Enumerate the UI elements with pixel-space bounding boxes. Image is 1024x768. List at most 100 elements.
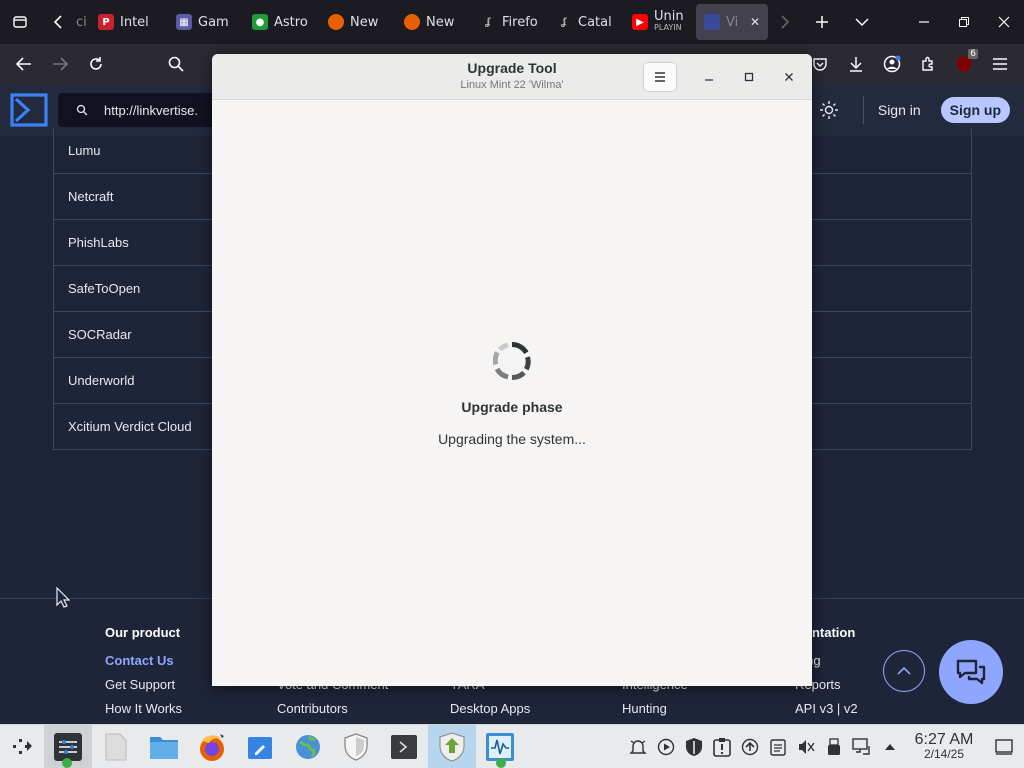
youtube-icon: ▶: [632, 14, 648, 30]
clipboard-icon[interactable]: [764, 725, 792, 768]
vendor-name: Netcraft: [68, 189, 114, 204]
volume-muted-icon[interactable]: [792, 725, 820, 768]
usb-device-icon[interactable]: [820, 725, 848, 768]
chevron-up-icon: [897, 666, 911, 675]
loading-spinner-icon: [493, 342, 531, 380]
tab-youtube[interactable]: ▶ Unin PLAYIN: [624, 0, 696, 44]
update-manager-task[interactable]: [428, 724, 476, 768]
tab-gam[interactable]: ▦ Gam: [168, 0, 244, 44]
clipboard-alert-icon[interactable]: [708, 725, 736, 768]
tab-label: Catal: [578, 14, 612, 30]
footer-col-product: Our product Contact Us Get Support How I…: [105, 621, 182, 721]
tab-astro[interactable]: ● Astro: [244, 0, 320, 44]
back-arrow-icon[interactable]: [6, 44, 42, 84]
network-wired-icon[interactable]: [848, 725, 876, 768]
update-shield-icon: [439, 731, 465, 762]
file-manager-task[interactable]: [140, 725, 188, 768]
tab-firefox[interactable]: ʆ Firefo: [472, 0, 548, 44]
chat-bubbles-icon: [956, 659, 986, 685]
extensions-icon[interactable]: [910, 44, 946, 84]
search-icon[interactable]: [158, 44, 194, 84]
tab-label: Unin: [654, 9, 684, 24]
forward-arrow-icon[interactable]: [42, 44, 78, 84]
tab-catal[interactable]: ʆ Catal: [548, 0, 624, 44]
tray-expand-arrow-icon[interactable]: [876, 725, 904, 768]
system-monitor-task[interactable]: [476, 725, 524, 768]
firefox-icon: [200, 733, 224, 761]
tab-label: Firefo: [502, 14, 538, 30]
dialog-maximize-button[interactable]: [732, 62, 766, 92]
leaf-icon: ʆ: [485, 16, 491, 28]
desktop-apps-link[interactable]: Desktop Apps: [450, 697, 530, 721]
show-desktop-icon[interactable]: [984, 725, 1024, 768]
clock[interactable]: 6:27 AM 2/14/25: [904, 731, 984, 762]
close-tab-icon[interactable]: ✕: [750, 15, 760, 29]
url-search-box[interactable]: http://linkvertise.: [58, 93, 218, 127]
browser-tab-bar: ci P Intel ▦ Gam ● Astro New New ʆ Firef…: [0, 0, 1024, 44]
terminal-task[interactable]: [380, 725, 428, 768]
web-browser-task[interactable]: [284, 725, 332, 768]
tab-label: New: [426, 14, 455, 30]
account-icon[interactable]: [874, 44, 910, 84]
api-link[interactable]: API v3 | v2: [795, 697, 858, 721]
chat-button[interactable]: [939, 640, 1003, 704]
tab-label: Vi: [726, 14, 739, 30]
vendor-name: SOCRadar: [68, 327, 132, 342]
tab-new-2[interactable]: New: [396, 0, 472, 44]
tab-overview-icon[interactable]: [0, 0, 40, 44]
settings-manager-task[interactable]: [44, 724, 92, 768]
upgrade-phase-label: Upgrade phase: [461, 399, 563, 415]
sign-up-button[interactable]: Sign up: [940, 97, 1010, 123]
application-launcher-icon[interactable]: [0, 725, 44, 768]
terminal-icon: [391, 734, 417, 759]
tab-intel[interactable]: P Intel: [90, 0, 168, 44]
dialog-close-button[interactable]: [772, 62, 806, 92]
list-all-tabs-icon[interactable]: [842, 0, 882, 44]
sign-in-link[interactable]: Sign in: [878, 102, 921, 118]
tab-partial[interactable]: ci: [76, 0, 90, 44]
site-logo-icon[interactable]: [0, 84, 58, 136]
notifications-bell-icon[interactable]: [624, 725, 652, 768]
scroll-to-top-button[interactable]: [883, 650, 925, 692]
upgrade-status-text: Upgrading the system...: [438, 431, 586, 447]
get-support-link[interactable]: Get Support: [105, 673, 182, 697]
update-tray-icon[interactable]: [736, 725, 764, 768]
reload-icon[interactable]: [78, 44, 114, 84]
tab-active[interactable]: Vi ✕: [696, 4, 768, 40]
settings-sliders-icon: [54, 732, 82, 761]
green-app-icon: ●: [252, 14, 268, 30]
shield-icon: [344, 732, 368, 761]
downloads-icon[interactable]: [838, 44, 874, 84]
scroll-tabs-right-icon[interactable]: [768, 0, 802, 44]
minimize-window-icon[interactable]: [904, 0, 944, 44]
dialog-menu-button[interactable]: [643, 62, 677, 92]
globe-icon: [296, 734, 320, 759]
firefox-task[interactable]: [188, 725, 236, 768]
text-editor-task[interactable]: [236, 725, 284, 768]
vendor-name: Lumu: [68, 143, 101, 158]
close-window-icon[interactable]: [984, 0, 1024, 44]
hunting-link[interactable]: Hunting: [622, 697, 688, 721]
tab-new-1[interactable]: New: [320, 0, 396, 44]
scroll-tabs-left-icon[interactable]: [40, 0, 76, 44]
security-task[interactable]: [332, 725, 380, 768]
mouse-cursor-icon: [56, 587, 70, 608]
file-task[interactable]: [92, 725, 140, 768]
virustotal-icon: [704, 14, 720, 30]
how-it-works-link[interactable]: How It Works: [105, 697, 182, 721]
contact-us-link[interactable]: Contact Us: [105, 649, 182, 673]
running-indicator: [62, 757, 72, 768]
shield-tray-icon[interactable]: [680, 725, 708, 768]
search-input-value[interactable]: http://linkvertise.: [104, 103, 198, 118]
dialog-header-bar[interactable]: Upgrade Tool Linux Mint 22 'Wilma': [212, 54, 812, 100]
ublock-extension-icon[interactable]: 6: [946, 44, 982, 84]
dialog-minimize-button[interactable]: [692, 62, 726, 92]
menu-icon[interactable]: [982, 44, 1018, 84]
media-play-icon[interactable]: [652, 725, 680, 768]
site-favicon-icon: P: [98, 14, 114, 30]
restore-window-icon[interactable]: [944, 0, 984, 44]
contributors-link[interactable]: Contributors: [277, 697, 388, 721]
new-tab-icon[interactable]: [802, 0, 842, 44]
header-divider: [862, 96, 864, 124]
theme-toggle-sun-icon[interactable]: [809, 100, 849, 120]
